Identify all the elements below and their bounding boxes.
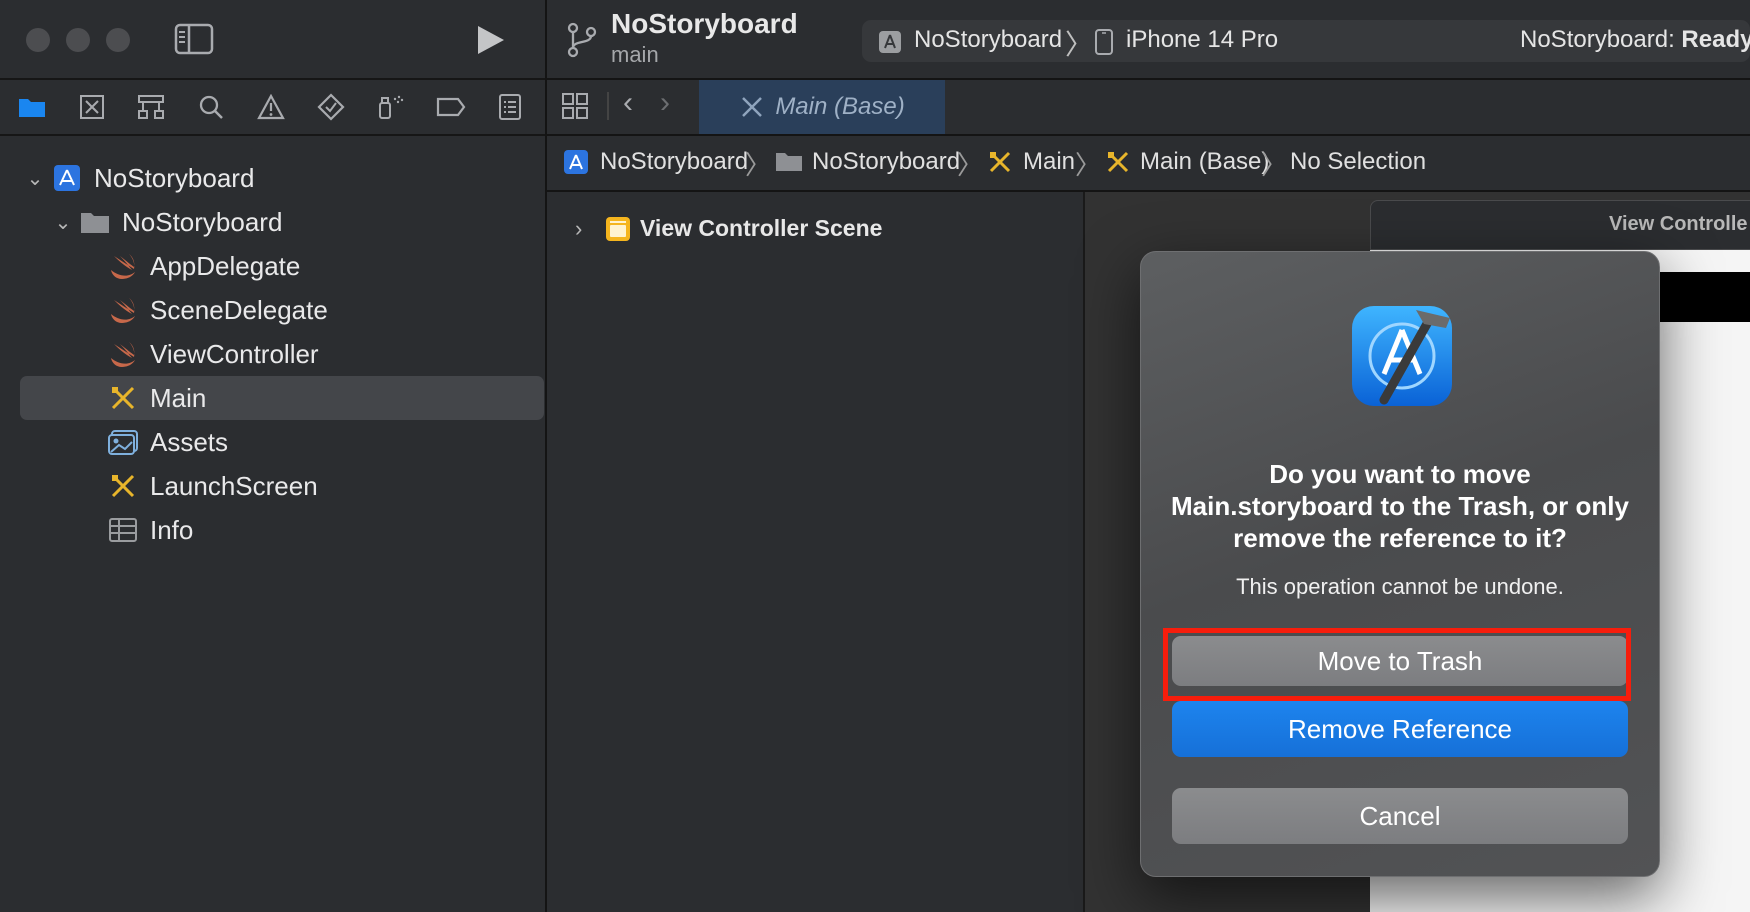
tab-bar-divider bbox=[607, 92, 609, 120]
editor-tab-bar: ‹ › Main (Base) bbox=[547, 80, 1750, 136]
tree-item-label: NoStoryboard bbox=[94, 162, 255, 193]
tree-item-label: SceneDelegate bbox=[150, 294, 328, 325]
breadcrumb-item[interactable]: Main (Base) bbox=[1140, 148, 1269, 176]
tree-item-file[interactable]: LaunchScreen bbox=[20, 464, 524, 508]
navigator-divider bbox=[0, 134, 545, 136]
chevron-down-icon[interactable]: ⌄ bbox=[20, 166, 50, 191]
source-control-icon[interactable] bbox=[77, 92, 107, 122]
branch-icon[interactable] bbox=[565, 20, 599, 60]
project-title: NoStoryboard bbox=[611, 8, 798, 39]
storyboard-icon bbox=[106, 384, 140, 412]
minimize-window-button[interactable] bbox=[66, 28, 90, 52]
main-toolbar: NoStoryboard main NoStoryboard 〉 iPhone … bbox=[547, 0, 1750, 80]
folder-icon bbox=[78, 208, 112, 236]
close-window-button[interactable] bbox=[26, 28, 50, 52]
dialog-title: Do you want to move Main.storyboard to t… bbox=[1171, 459, 1629, 553]
storyboard-icon bbox=[106, 472, 140, 500]
view-controller-title: View Controlle bbox=[1609, 213, 1748, 235]
related-items-grid-icon[interactable] bbox=[561, 92, 589, 120]
assets-icon bbox=[106, 428, 140, 456]
tree-item-project[interactable]: ⌄ NoStoryboard bbox=[20, 156, 524, 200]
find-search-icon[interactable] bbox=[196, 92, 226, 122]
chevron-right-icon: 〉 bbox=[1075, 150, 1102, 180]
issue-warning-icon[interactable] bbox=[256, 92, 286, 122]
app-project-icon bbox=[50, 164, 84, 192]
device-selector[interactable]: iPhone 14 Pro bbox=[1126, 26, 1278, 54]
cancel-button[interactable]: Cancel bbox=[1172, 788, 1628, 844]
folder-icon bbox=[775, 150, 803, 174]
tree-item-file[interactable]: Assets bbox=[20, 420, 524, 464]
tree-item-label: ViewController bbox=[150, 338, 319, 369]
branch-label: main bbox=[611, 42, 659, 67]
swift-icon bbox=[106, 340, 140, 368]
tree-item-label: Assets bbox=[150, 426, 229, 457]
toggle-sidebar-icon[interactable] bbox=[174, 22, 214, 56]
document-outline: › View Controller Scene bbox=[547, 192, 1085, 912]
forward-chevron-icon[interactable]: › bbox=[660, 86, 670, 120]
tree-item-file[interactable]: Info bbox=[20, 508, 524, 552]
iphone-device-icon bbox=[1094, 28, 1114, 56]
tree-item-file[interactable]: ViewController bbox=[20, 332, 524, 376]
tree-item-group[interactable]: ⌄ NoStoryboard bbox=[20, 200, 524, 244]
chevron-down-icon[interactable]: ⌄ bbox=[48, 210, 78, 235]
run-play-icon[interactable] bbox=[474, 22, 508, 58]
alert-dialog: Do you want to move Main.storyboard to t… bbox=[1140, 251, 1660, 877]
tree-item-file-selected[interactable]: Main bbox=[20, 376, 544, 420]
zoom-window-button[interactable] bbox=[106, 28, 130, 52]
build-status-prefix: NoStoryboard: bbox=[1520, 26, 1682, 53]
chevron-right-icon: 〉 bbox=[1261, 150, 1288, 180]
breadcrumb-item[interactable]: No Selection bbox=[1290, 148, 1426, 176]
symbol-navigator-icon[interactable] bbox=[136, 92, 166, 122]
swift-icon bbox=[106, 296, 140, 324]
tree-item-label: Main bbox=[150, 382, 207, 413]
plist-icon bbox=[106, 516, 140, 544]
xcode-app-icon bbox=[1346, 292, 1462, 408]
tree-item-label: AppDelegate bbox=[150, 250, 301, 281]
storyboard-icon bbox=[1105, 149, 1131, 175]
remove-reference-button[interactable]: Remove Reference bbox=[1172, 701, 1628, 757]
view-controller-header[interactable]: View Controlle bbox=[1370, 200, 1750, 250]
toolbar-divider bbox=[0, 78, 545, 80]
highlight-annotation-box bbox=[1163, 628, 1631, 701]
storyboard-icon bbox=[739, 94, 765, 120]
scene-label[interactable]: View Controller Scene bbox=[640, 215, 882, 242]
navigator-sidebar: ⌄ NoStoryboard ⌄ NoStoryboard AppDelegat… bbox=[0, 0, 547, 912]
build-status-value: Ready bbox=[1681, 26, 1750, 53]
scheme-selector[interactable]: NoStoryboard bbox=[914, 26, 1062, 54]
report-list-icon[interactable] bbox=[495, 92, 525, 122]
tree-item-file[interactable]: SceneDelegate bbox=[20, 288, 524, 332]
storyboard-icon bbox=[987, 149, 1013, 175]
app-scheme-icon bbox=[878, 30, 902, 54]
tab-main-base[interactable]: Main (Base) bbox=[699, 80, 945, 134]
test-diamond-icon[interactable] bbox=[316, 92, 346, 122]
chevron-right-icon: 〉 bbox=[957, 150, 984, 180]
chevron-right-icon: 〉 bbox=[1065, 29, 1094, 60]
build-status: NoStoryboard: Ready bbox=[1520, 26, 1750, 54]
debug-spray-icon[interactable] bbox=[375, 92, 405, 122]
tree-item-file[interactable]: AppDelegate bbox=[20, 244, 524, 288]
dialog-message: This operation cannot be undone. bbox=[1236, 574, 1564, 599]
tree-item-label: LaunchScreen bbox=[150, 470, 318, 501]
breadcrumb-item[interactable]: NoStoryboard bbox=[812, 148, 960, 176]
app-project-icon bbox=[563, 149, 589, 175]
jump-bar-breadcrumb: NoStoryboard 〉 NoStoryboard 〉 Main 〉 Mai… bbox=[547, 136, 1750, 192]
swift-icon bbox=[106, 252, 140, 280]
breakpoint-tag-icon[interactable] bbox=[434, 92, 468, 122]
back-chevron-icon[interactable]: ‹ bbox=[623, 86, 633, 120]
tree-item-label: NoStoryboard bbox=[122, 206, 283, 237]
project-navigator-folder-icon[interactable] bbox=[17, 92, 47, 122]
tree-item-label: Info bbox=[150, 514, 194, 545]
chevron-right-icon[interactable]: › bbox=[575, 216, 582, 242]
chevron-right-icon: 〉 bbox=[745, 150, 772, 180]
breadcrumb-item[interactable]: Main bbox=[1023, 148, 1075, 176]
scene-icon bbox=[605, 216, 631, 242]
scheme-status-bar: NoStoryboard 〉 iPhone 14 Pro NoStoryboar… bbox=[862, 20, 1750, 62]
tab-label: Main (Base) bbox=[775, 93, 905, 120]
breadcrumb-item[interactable]: NoStoryboard bbox=[600, 148, 748, 176]
